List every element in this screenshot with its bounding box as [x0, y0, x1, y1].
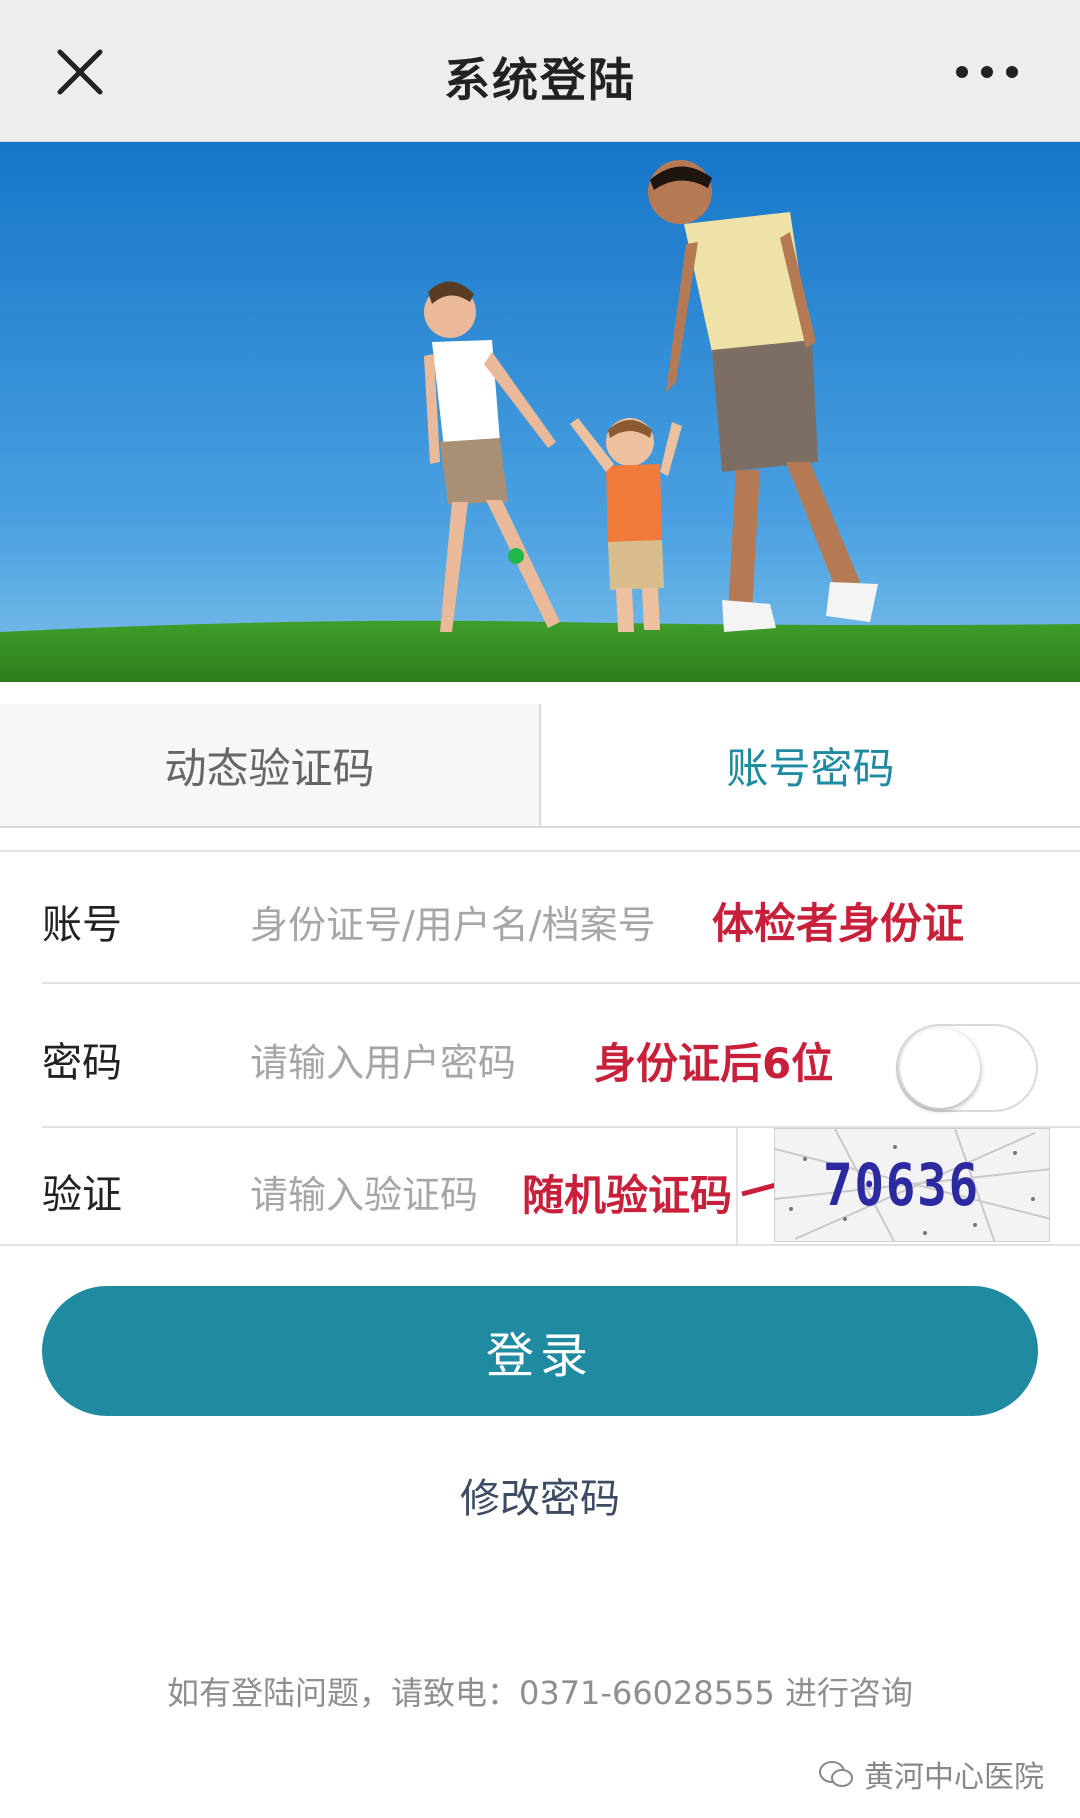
- change-password-link[interactable]: 修改密码: [0, 1466, 1080, 1524]
- captcha-text: 70636: [823, 1151, 980, 1219]
- tab-dynamic-code[interactable]: 动态验证码: [0, 704, 541, 826]
- tab-account-password[interactable]: 账号密码: [541, 704, 1080, 826]
- account-note: 体检者身份证: [712, 899, 965, 948]
- toggle-knob: [900, 1028, 980, 1108]
- more-icon[interactable]: [942, 52, 1032, 92]
- password-input[interactable]: 请输入用户密码: [250, 1032, 516, 1087]
- login-tabs: 动态验证码 账号密码: [0, 704, 1080, 828]
- captcha-image[interactable]: 70636: [774, 1128, 1050, 1242]
- password-row: 密码 请输入用户密码 身份证后6位: [0, 982, 1080, 1126]
- page-title: 系统登陆: [444, 53, 636, 107]
- watermark: 黄河中心医院: [818, 1752, 1044, 1796]
- help-text: 如有登陆问题，请致电：0371-66028555 进行咨询: [166, 1674, 914, 1712]
- show-password-toggle[interactable]: [896, 1024, 1038, 1112]
- wechat-icon: [819, 1761, 853, 1787]
- login-form: 账号 身份证号/用户名/档案号 体检者身份证 密码 请输入用户密码 身份证后6位…: [0, 850, 1080, 1246]
- verify-input[interactable]: 请输入验证码: [250, 1164, 478, 1219]
- password-label: 密码: [42, 1040, 122, 1086]
- captcha-divider: [736, 1126, 738, 1244]
- verify-note: 随机验证码: [522, 1171, 733, 1220]
- verify-label: 验证: [42, 1172, 122, 1218]
- account-row: 账号 身份证号/用户名/档案号 体检者身份证: [0, 852, 1080, 982]
- verify-row: 验证 请输入验证码 随机验证码 70636: [0, 1126, 1080, 1244]
- watermark-text: 黄河中心医院: [864, 1760, 1044, 1795]
- account-label: 账号: [42, 902, 122, 948]
- account-input[interactable]: 身份证号/用户名/档案号: [250, 894, 656, 949]
- password-note: 身份证后6位: [594, 1039, 834, 1088]
- nav-bar: 系统登陆: [0, 0, 1080, 142]
- banner-image: [0, 142, 1080, 682]
- login-button[interactable]: 登录: [42, 1286, 1038, 1416]
